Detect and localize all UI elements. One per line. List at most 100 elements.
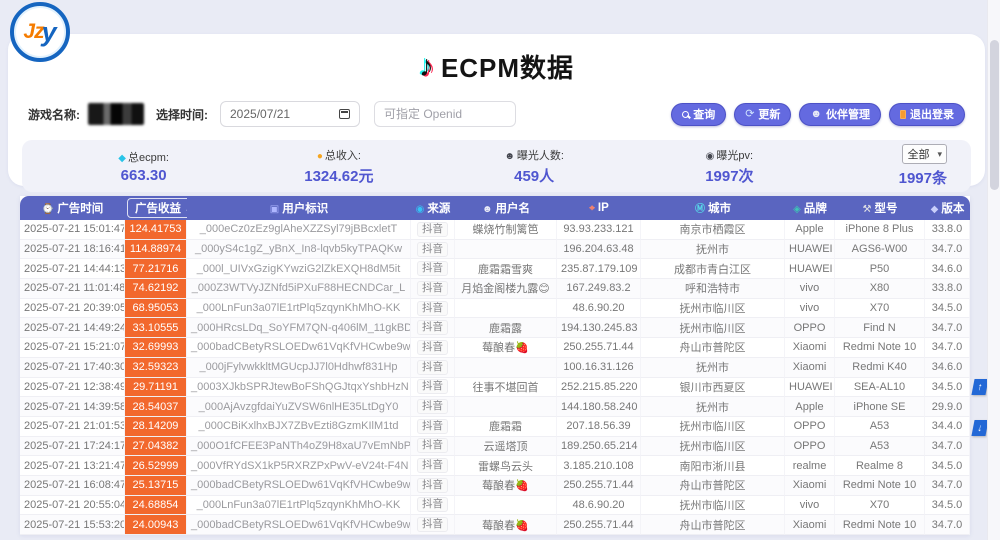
cell-version: 34.7.0 — [925, 476, 970, 496]
table-row: 2025-07-21 15:21:0732.69993_000badCBetyR… — [20, 338, 970, 358]
col-header-ad-revenue: 广告收益 ↓ — [125, 196, 187, 220]
cell-source: 抖音 — [411, 496, 455, 516]
eyes-icon: ◉ — [706, 151, 715, 162]
cell-ad-revenue: 77.21716 — [125, 259, 187, 279]
table-header-row: ⌚广告时间 广告收益 ↓ ▣用户标识 ◉来源 ☻用户名 ⌖IP Ⓜ城市 ◈品牌 … — [20, 196, 970, 220]
table-body: 2025-07-21 15:01:47124.41753_000eCz0zEz9… — [20, 220, 970, 535]
record-count: 1997条 — [827, 167, 947, 188]
scrollbar-thumb[interactable] — [990, 40, 999, 190]
cell-model: SEA-AL10 — [835, 378, 925, 398]
cell-user-id: _000HRcsLDq_SoYFM7QN-q406lM_11gkBD — [187, 318, 411, 338]
table-row: 2025-07-21 13:21:4726.52999_000VfRYdSX1k… — [20, 456, 970, 476]
user-icon: ☻ — [482, 204, 493, 215]
partner-manage-button[interactable]: ☻ 伙伴管理 — [799, 103, 881, 126]
col-header-label: 型号 — [874, 203, 897, 215]
cell-ad-revenue: 32.59323 — [125, 358, 187, 378]
cell-city: 抚州市 — [641, 358, 785, 378]
stat-value: 459人 — [437, 165, 632, 186]
cell-source: 抖音 — [411, 437, 455, 457]
revenue-sort-button[interactable]: 广告收益 ↓ — [127, 198, 187, 218]
cell-version: 34.7.0 — [925, 437, 970, 457]
cell-ip: 189.250.65.214 — [557, 437, 641, 457]
cell-version: 34.7.0 — [925, 338, 970, 358]
cell-ad-revenue: 33.10555 — [125, 318, 187, 338]
col-header-label: 版本 — [941, 203, 964, 215]
cell-version: 29.9.0 — [925, 397, 970, 417]
id-icon: ▣ — [270, 204, 279, 215]
cell-ip: 100.16.31.126 — [557, 358, 641, 378]
cell-ad-time: 2025-07-21 17:24:17 — [20, 437, 125, 457]
cell-username: 鹿霜霜 — [455, 417, 557, 437]
cell-city: 舟山市普陀区 — [641, 515, 785, 535]
logout-button[interactable]: 退出登录 — [889, 103, 965, 126]
table-row: 2025-07-21 11:01:4874.62192_000Z3WTVyJZN… — [20, 279, 970, 299]
table-row: 2025-07-21 12:38:4929.71191_0003XJkbSPRJ… — [20, 378, 970, 398]
cell-ip: 196.204.63.48 — [557, 240, 641, 260]
cell-source: 抖音 — [411, 476, 455, 496]
query-button-label: 查询 — [693, 106, 715, 122]
cell-ad-time: 2025-07-21 12:38:49 — [20, 378, 125, 398]
cell-user-id: _000AjAvzgfdaiYuZVSW6nlHE35LtDgY0 — [187, 397, 411, 417]
refresh-button-label: 更新 — [758, 106, 780, 122]
cell-model: P50 — [835, 259, 925, 279]
cell-model: AGS6-W00 — [835, 240, 925, 260]
cell-model: X80 — [835, 279, 925, 299]
cell-ad-time: 2025-07-21 16:08:47 — [20, 476, 125, 496]
cell-username — [455, 299, 557, 319]
cell-source: 抖音 — [411, 358, 455, 378]
cell-ad-time: 2025-07-21 15:01:47 — [20, 220, 125, 240]
header-card: ♪ ECPM数据 游戏名称: 选择时间: 2025/07/21 查询 ⟳ 更新 … — [8, 34, 985, 186]
cell-user-id: _000badCBetyRSLOEDw61VqKfVHCwbe9wv — [187, 476, 411, 496]
down-arrow-icon: ↓ — [976, 423, 983, 434]
cell-ad-time: 2025-07-21 15:21:07 — [20, 338, 125, 358]
openid-input[interactable] — [374, 101, 516, 127]
money-icon: ● — [317, 151, 323, 162]
cell-model: iPhone 8 Plus — [835, 220, 925, 240]
cell-model: A53 — [835, 437, 925, 457]
cell-ip: 250.255.71.44 — [557, 515, 641, 535]
partner-manage-button-label: 伙伴管理 — [826, 106, 870, 122]
cell-username — [455, 240, 557, 260]
cell-ad-revenue: 28.14209 — [125, 417, 187, 437]
col-header-label: 品牌 — [804, 203, 827, 215]
scope-select[interactable]: 全部 ▾ — [902, 144, 947, 164]
cell-ip: 93.93.233.121 — [557, 220, 641, 240]
date-picker[interactable]: 2025/07/21 — [220, 101, 360, 127]
table-row: 2025-07-21 18:16:41114.88974_000yS4c1gZ_… — [20, 240, 970, 260]
cell-source: 抖音 — [411, 220, 455, 240]
cell-source: 抖音 — [411, 417, 455, 437]
cell-ip: 144.180.58.240 — [557, 397, 641, 417]
cell-brand: HUAWEI — [785, 240, 835, 260]
scroll-bottom-button[interactable]: ↓ — [971, 420, 988, 436]
page-title: ECPM数据 — [441, 48, 574, 85]
stat-total-ecpm: ◆总ecpm: 663.30 — [46, 149, 241, 184]
col-header-city: Ⓜ城市 — [641, 196, 785, 220]
cell-version: 34.5.0 — [925, 299, 970, 319]
stat-label: 总收入: — [325, 150, 361, 162]
cell-ad-time: 2025-07-21 18:16:41 — [20, 240, 125, 260]
cell-ad-revenue: 24.68854 — [125, 496, 187, 516]
stat-filter: 全部 ▾ 1997条 — [827, 144, 947, 188]
page-scrollbar[interactable] — [987, 0, 1000, 540]
cell-brand: HUAWEI — [785, 378, 835, 398]
cell-username: 莓酿春🍓 — [455, 515, 557, 535]
refresh-button[interactable]: ⟳ 更新 — [734, 103, 791, 126]
cell-brand: Apple — [785, 220, 835, 240]
col-header-version: ◆版本 — [925, 196, 970, 220]
cell-username: 往事不堪回首 — [455, 378, 557, 398]
person-icon: ☻ — [504, 151, 515, 162]
cell-username — [455, 358, 557, 378]
query-button[interactable]: 查询 — [671, 103, 726, 126]
cell-city: 抚州市临川区 — [641, 299, 785, 319]
cell-ad-revenue: 24.00943 — [125, 515, 187, 535]
calendar-icon[interactable] — [339, 109, 350, 119]
col-header-label: 用户名 — [496, 203, 531, 215]
cell-brand: OPPO — [785, 318, 835, 338]
cell-city: 抚州市临川区 — [641, 417, 785, 437]
cell-brand: vivo — [785, 299, 835, 319]
col-header-label: 来源 — [427, 203, 450, 215]
scroll-top-button[interactable]: ↑ — [971, 379, 988, 395]
cell-ad-revenue: 68.95053 — [125, 299, 187, 319]
table-row: 2025-07-21 17:24:1727.04382_000O1fCFEE3P… — [20, 437, 970, 457]
cell-source: 抖音 — [411, 240, 455, 260]
